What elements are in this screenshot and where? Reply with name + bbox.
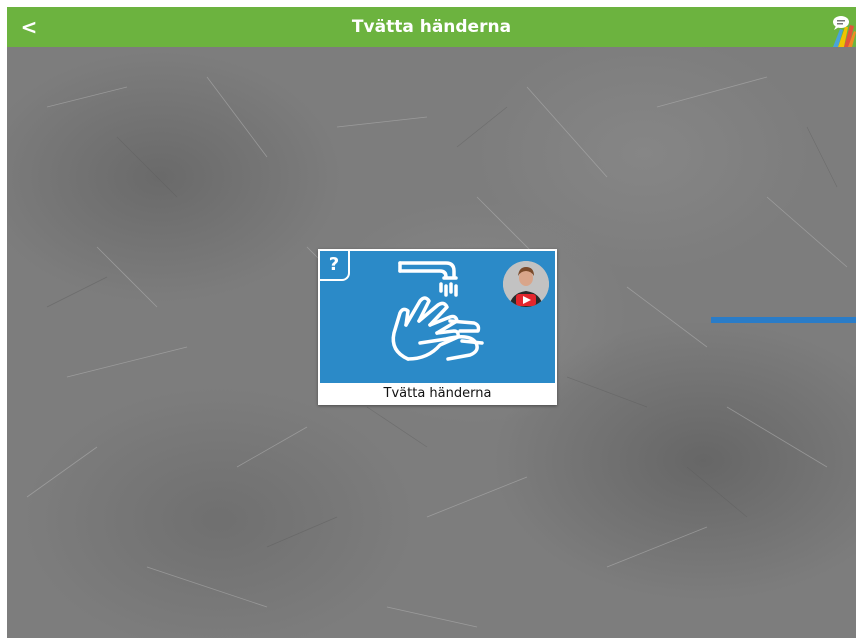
card-label: Tvätta händerna	[383, 386, 492, 401]
page-title: Tvätta händerna	[351, 17, 512, 37]
app-logo-icon[interactable]	[830, 13, 856, 47]
sign-language-video-icon[interactable]	[503, 261, 549, 307]
card-image: ?	[320, 251, 555, 383]
top-bar: < Tvätta händerna	[7, 7, 856, 47]
pictogram-card[interactable]: ? Tvätta händerna	[318, 249, 557, 405]
canvas-area: ? Tvätta händerna	[7, 47, 856, 638]
connector-line	[711, 317, 856, 323]
help-badge[interactable]: ?	[320, 251, 350, 281]
app-window: < Tvätta händerna ? Tvätta händerna	[7, 7, 856, 638]
